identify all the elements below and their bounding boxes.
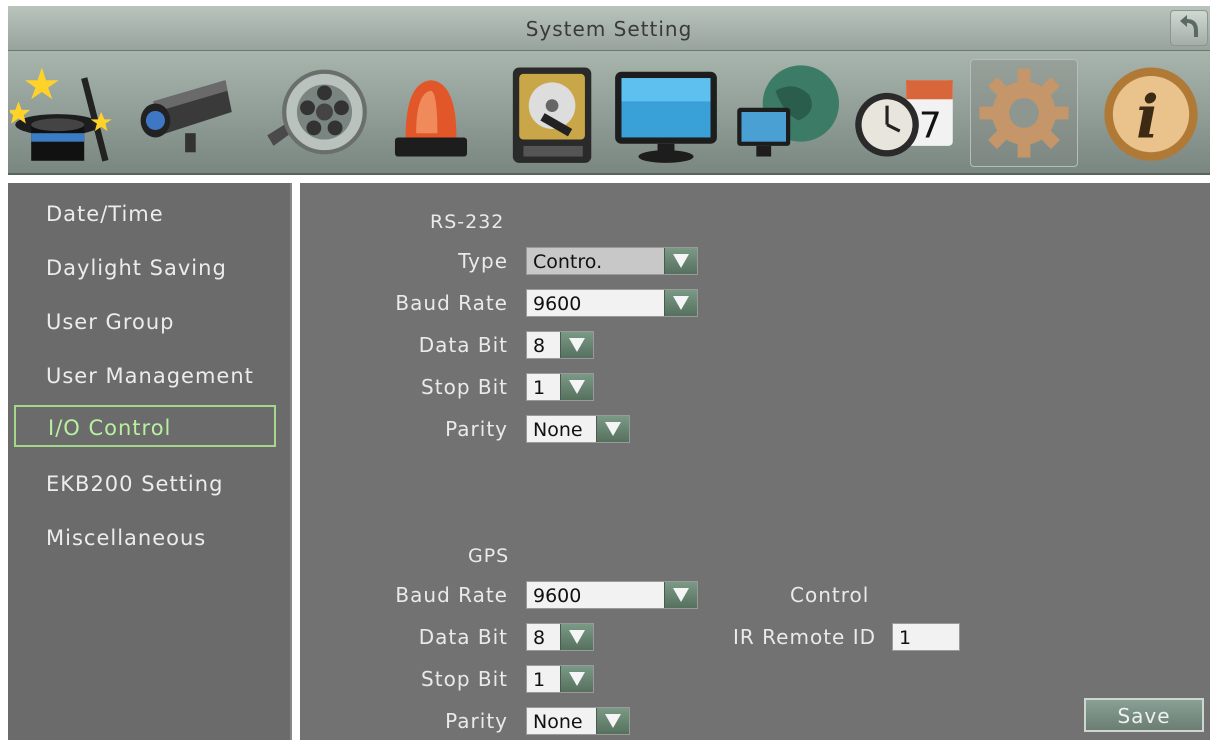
rs232-type-label: Type bbox=[458, 249, 508, 273]
network-globe-icon[interactable] bbox=[733, 59, 839, 165]
rs232-baud-label: Baud Rate bbox=[395, 291, 508, 315]
sidebar-item-ekb200-setting[interactable]: EKB200 Setting bbox=[14, 463, 276, 505]
rs232-type-value: Contro. bbox=[533, 251, 603, 273]
svg-text:i: i bbox=[1136, 81, 1159, 151]
sidebar-item-io-control[interactable]: I/O Control bbox=[14, 405, 276, 447]
gps-databit-label: Data Bit bbox=[418, 625, 508, 649]
back-arrow-icon bbox=[1180, 15, 1198, 37]
control-section-title: Control bbox=[790, 583, 870, 607]
sidebar-item-miscellaneous[interactable]: Miscellaneous bbox=[14, 517, 276, 559]
rs232-stopbit-label: Stop Bit bbox=[421, 375, 508, 399]
dropdown-arrow-icon bbox=[560, 624, 593, 650]
sidebar: Date/Time Daylight Saving User Group Use… bbox=[8, 183, 292, 740]
rs232-baud-value: 9600 bbox=[533, 293, 582, 315]
io-control-panel: RS-232 Type Contro. Baud Rate 9600 Data … bbox=[300, 183, 1210, 740]
sidebar-item-date-time[interactable]: Date/Time bbox=[14, 193, 276, 235]
rs232-parity-value: None bbox=[533, 419, 583, 441]
record-reel-icon[interactable] bbox=[263, 59, 369, 165]
rs232-type-select[interactable]: Contro. bbox=[526, 247, 698, 275]
gps-stopbit-value: 1 bbox=[533, 669, 546, 691]
gps-baud-value: 9600 bbox=[533, 585, 582, 607]
sidebar-item-user-group[interactable]: User Group bbox=[14, 301, 276, 343]
sidebar-item-daylight-saving[interactable]: Daylight Saving bbox=[14, 247, 276, 289]
gps-section-title: GPS bbox=[468, 545, 510, 567]
dropdown-arrow-icon bbox=[664, 290, 697, 316]
gps-baud-select[interactable]: 9600 bbox=[526, 581, 698, 609]
svg-text:7: 7 bbox=[919, 105, 942, 146]
dropdown-arrow-icon bbox=[596, 708, 629, 734]
dropdown-arrow-icon bbox=[560, 374, 593, 400]
info-icon[interactable]: i bbox=[1098, 59, 1204, 165]
back-button[interactable] bbox=[1170, 10, 1208, 46]
rs232-databit-label: Data Bit bbox=[418, 333, 508, 357]
rs232-databit-value: 8 bbox=[533, 335, 546, 357]
title-bar: System Setting bbox=[8, 6, 1210, 51]
rs232-baud-select[interactable]: 9600 bbox=[526, 289, 698, 317]
alarm-light-icon[interactable] bbox=[378, 59, 484, 165]
rs232-parity-select[interactable]: None bbox=[526, 415, 630, 443]
wizard-hat-icon[interactable] bbox=[6, 59, 116, 165]
sidebar-item-user-management[interactable]: User Management bbox=[14, 355, 276, 397]
schedule-clock-calendar-icon[interactable]: 7 bbox=[851, 59, 957, 165]
dropdown-arrow-icon bbox=[664, 582, 697, 608]
dropdown-arrow-icon bbox=[560, 666, 593, 692]
save-button[interactable]: Save bbox=[1084, 698, 1204, 732]
monitor-icon[interactable] bbox=[613, 59, 719, 165]
dropdown-arrow-icon bbox=[596, 416, 629, 442]
camera-icon[interactable] bbox=[130, 59, 236, 165]
ir-remote-id-label: IR Remote ID bbox=[733, 625, 876, 649]
rs232-stopbit-value: 1 bbox=[533, 377, 546, 399]
gps-stopbit-label: Stop Bit bbox=[421, 667, 508, 691]
hard-disk-icon[interactable] bbox=[498, 59, 604, 165]
gps-parity-value: None bbox=[533, 711, 583, 733]
gps-stopbit-select[interactable]: 1 bbox=[526, 665, 594, 693]
gps-databit-select[interactable]: 8 bbox=[526, 623, 594, 651]
rs232-section-title: RS-232 bbox=[430, 211, 505, 233]
rs232-parity-label: Parity bbox=[445, 417, 508, 441]
dropdown-arrow-icon bbox=[560, 332, 593, 358]
gps-parity-label: Parity bbox=[445, 709, 508, 733]
window-title: System Setting bbox=[525, 17, 693, 41]
rs232-stopbit-select[interactable]: 1 bbox=[526, 373, 594, 401]
main-toolbar: 7 i bbox=[6, 51, 1210, 175]
gps-baud-label: Baud Rate bbox=[395, 583, 508, 607]
rs232-databit-select[interactable]: 8 bbox=[526, 331, 594, 359]
dropdown-arrow-icon bbox=[664, 248, 697, 274]
gps-parity-select[interactable]: None bbox=[526, 707, 630, 735]
gear-icon[interactable] bbox=[970, 59, 1078, 167]
ir-remote-id-input[interactable]: 1 bbox=[892, 623, 960, 651]
gps-databit-value: 8 bbox=[533, 627, 546, 649]
